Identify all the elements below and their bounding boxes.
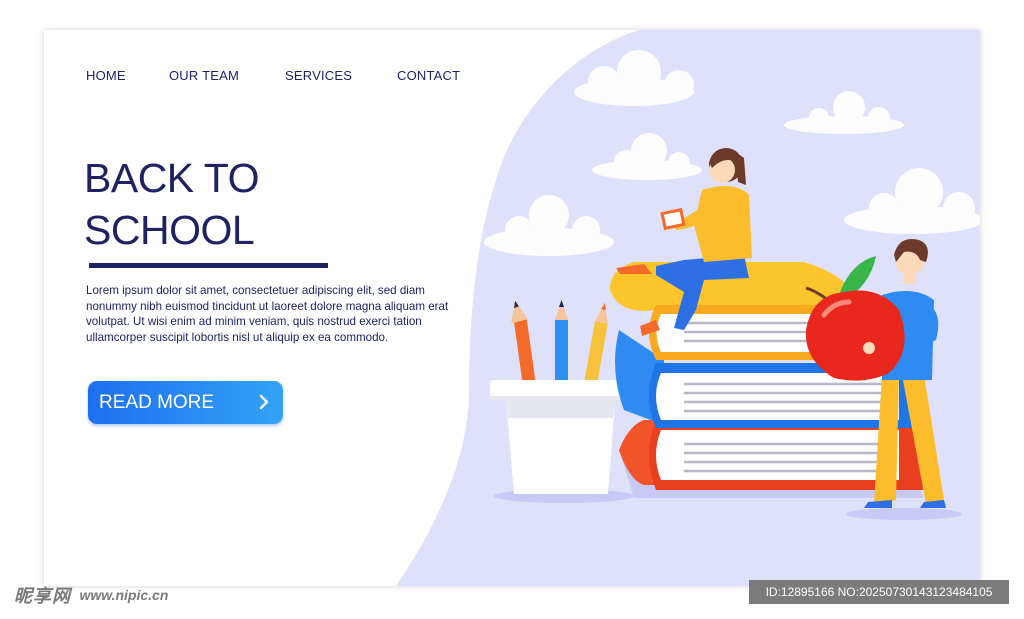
landing-page-card: HOME OUR TEAM SERVICES CONTACT BACK TO S… (44, 30, 980, 586)
watermark-logo-text: 昵享网 (14, 586, 71, 606)
title-divider (89, 263, 328, 268)
page-title-line-2: SCHOOL (84, 207, 255, 253)
hero-description: Lorem ipsum dolor sit amet, consectetuer… (86, 284, 449, 344)
page-title: BACK TO SCHOOL (84, 152, 260, 256)
floor-shadow (846, 508, 962, 520)
page-title-line-1: BACK TO (84, 155, 260, 201)
nav-services[interactable]: SERVICES (285, 68, 352, 83)
watermark-url: www.nipic.cn (79, 587, 169, 603)
read-more-button[interactable]: READ MORE (88, 381, 283, 424)
watermark-logo: 昵享网 www.nipic.cn (14, 582, 169, 606)
nav-our-team[interactable]: OUR TEAM (169, 68, 239, 83)
watermark-id-badge: ID:12895166 NO:20250730143123484105 (749, 580, 1009, 604)
chevron-right-icon (259, 394, 269, 410)
nav-contact[interactable]: CONTACT (397, 68, 460, 83)
read-more-label: READ MORE (99, 391, 215, 413)
nav-home[interactable]: HOME (86, 68, 126, 83)
